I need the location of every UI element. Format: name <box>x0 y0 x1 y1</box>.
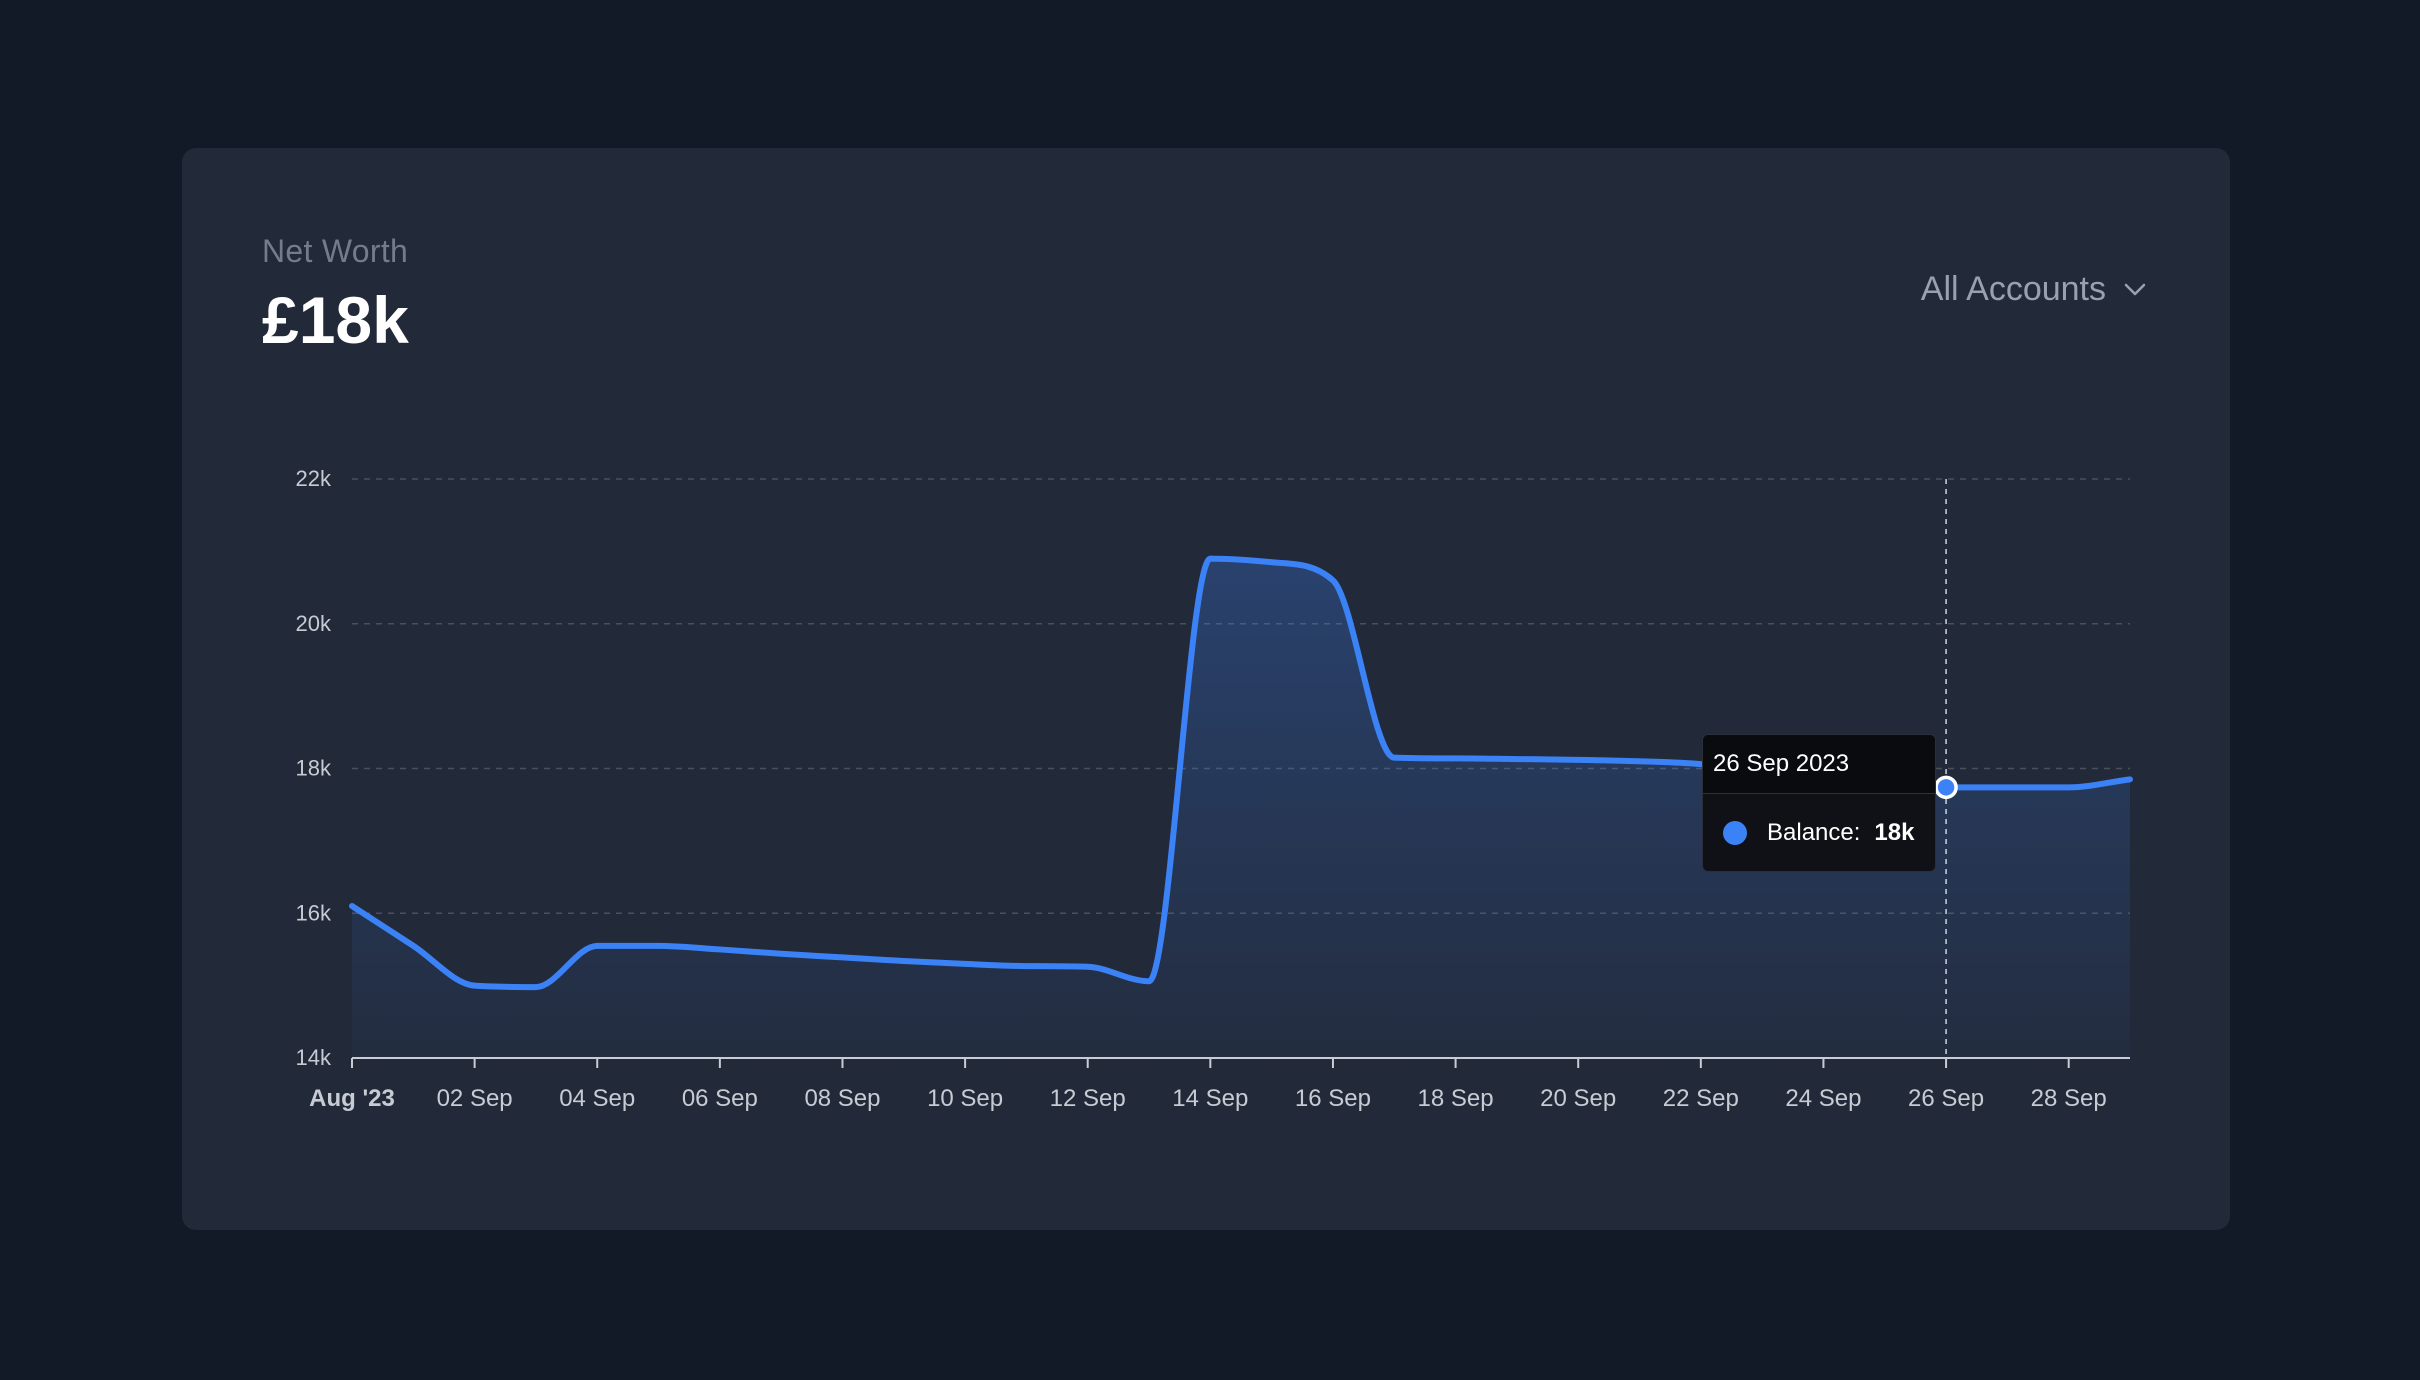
x-tick-label: 20 Sep <box>1540 1085 1616 1112</box>
tooltip-series-label: Balance: <box>1767 819 1861 846</box>
net-worth-chart[interactable]: Aug '23 02 Sep 04 Sep 06 Sep 08 Sep 10 Sep 12 … <box>0 0 2420 1380</box>
y-tick-label: 18k <box>296 756 332 781</box>
x-tick-label: 24 Sep <box>1785 1085 1861 1112</box>
y-tick-label: 16k <box>296 900 332 925</box>
x-tick-labels: Aug '23 02 Sep 04 Sep 06 Sep 08 Sep 10 Sep 12 … <box>309 1085 2107 1112</box>
tooltip-date: 26 Sep 2023 <box>1703 735 1935 794</box>
x-tick-label: Aug '23 <box>309 1085 395 1112</box>
x-tick-label: 02 Sep <box>437 1085 513 1112</box>
x-tick-label: 18 Sep <box>1418 1085 1494 1112</box>
x-tick-label: 12 Sep <box>1050 1085 1126 1112</box>
series-dot-icon <box>1723 821 1747 845</box>
x-tick-label: 26 Sep <box>1908 1085 1984 1112</box>
y-tick-label: 20k <box>296 611 332 636</box>
x-tick-label: 06 Sep <box>682 1085 758 1112</box>
y-tick-label: 14k <box>296 1045 332 1070</box>
x-tick-label: 16 Sep <box>1295 1085 1371 1112</box>
x-tick-label: 10 Sep <box>927 1085 1003 1112</box>
tooltip-row: Balance: 18k <box>1703 794 1935 871</box>
x-tick-label: 28 Sep <box>2031 1085 2107 1112</box>
y-tick-labels: 14k 16k 18k 20k 22k <box>296 466 332 1070</box>
x-axis <box>351 1057 2130 1068</box>
y-tick-label: 22k <box>296 466 332 491</box>
x-tick-label: 14 Sep <box>1172 1085 1248 1112</box>
chart-tooltip: 26 Sep 2023 Balance: 18k <box>1702 734 1936 872</box>
x-tick-label: 08 Sep <box>804 1085 880 1112</box>
tooltip-value: 18k <box>1874 819 1915 846</box>
x-tick-label: 22 Sep <box>1663 1085 1739 1112</box>
x-tick-label: 04 Sep <box>559 1085 635 1112</box>
highlight-point <box>1934 775 1958 800</box>
